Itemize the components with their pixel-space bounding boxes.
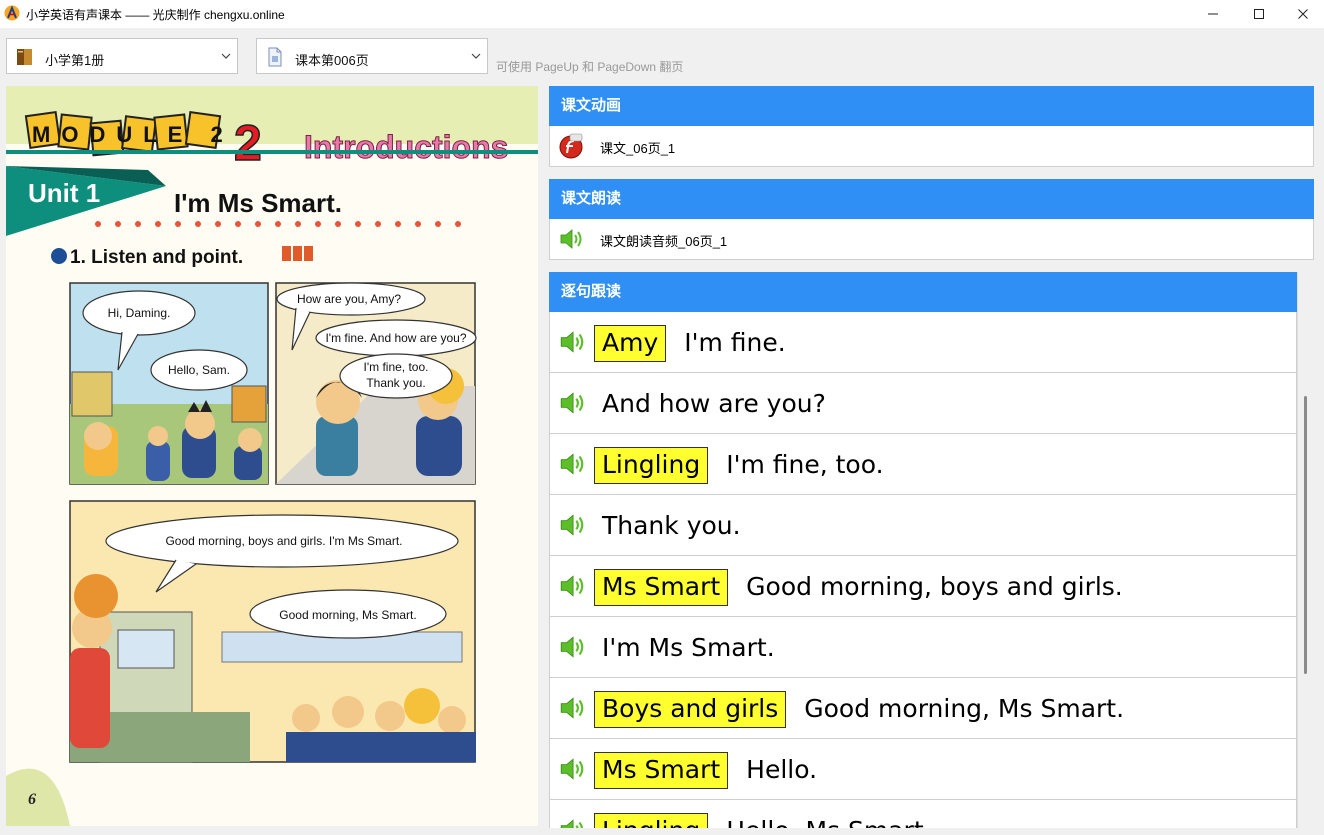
- sentence-row[interactable]: Lingling Hello, Ms Smart.: [549, 800, 1297, 828]
- sentence-text: Thank you.: [602, 511, 741, 540]
- window-title: 小学英语有声课本 —— 光庆制作 chengxu.online: [26, 8, 285, 22]
- flash-swf-icon: [559, 133, 583, 159]
- sentence-row[interactable]: Ms Smart Good morning, boys and girls.: [549, 556, 1297, 617]
- sentence-text: Good morning, boys and girls.: [746, 572, 1123, 601]
- speaker-label: Lingling: [594, 446, 709, 484]
- close-button[interactable]: [1280, 0, 1324, 28]
- speaker-label: Ms Smart: [594, 751, 729, 789]
- textbook-page-illustration: MODULE 2 2 Introductions Unit 1 I'm Ms S…: [6, 86, 538, 826]
- sentence-text: I'm fine, too.: [726, 450, 884, 479]
- module-title-text: MODULE 2: [32, 122, 234, 147]
- animation-section-header: 课文动画: [549, 86, 1314, 126]
- sentence-row[interactable]: And how are you?: [549, 373, 1297, 434]
- sentence-row[interactable]: Lingling I'm fine, too.: [549, 434, 1297, 495]
- sentence-text: Hello, Ms Smart.: [718, 815, 931, 828]
- speaker-label: Amy: [594, 324, 667, 362]
- speaker-icon: [560, 229, 582, 249]
- page-number: 6: [28, 791, 36, 808]
- bubble-text: Thank you.: [366, 376, 425, 390]
- bubble-text: Hello, Sam.: [168, 363, 230, 377]
- speaker-icon: [560, 453, 584, 475]
- speaker-icon: [560, 636, 584, 658]
- title-bar: 小学英语有声课本 —— 光庆制作 chengxu.online: [0, 0, 1324, 28]
- speaker-icon: [560, 758, 584, 780]
- bubble-text: Good morning, boys and girls. I'm Ms Sma…: [165, 534, 402, 548]
- bubble-text: I'm fine, too.: [364, 360, 429, 374]
- bubble-text: Good morning, Ms Smart.: [279, 608, 416, 622]
- speaker-label: Boys and girls: [594, 690, 787, 728]
- book-select-value: 小学第1册: [45, 53, 105, 68]
- scrollbar-thumb[interactable]: [1304, 396, 1307, 674]
- maximize-icon: [1254, 9, 1264, 19]
- paging-hint: 可使用 PageUp 和 PageDown 翻页: [496, 60, 684, 74]
- sentence-row[interactable]: I'm Ms Smart.: [549, 617, 1297, 678]
- sentence-text: I'm fine.: [684, 328, 786, 357]
- reading-section-header: 课文朗读: [549, 179, 1314, 219]
- reading-item[interactable]: 课文朗读音频_06页_1: [549, 219, 1314, 260]
- minimize-button[interactable]: [1190, 0, 1236, 28]
- sentence-list: Amy I'm fine. And how are you? Lingling I'…: [549, 312, 1297, 828]
- comic-panel-1: Hi, Daming. Hello, Sam.: [69, 282, 269, 485]
- speaker-label: Ms Smart: [594, 568, 729, 606]
- resource-panel: 课文动画 课文_06页_1 课文朗读 课文朗读音频_06页_1 逐句跟读 Amy…: [549, 86, 1315, 828]
- comic-panel-3: Good morning, boys and girls. I'm Ms Sma…: [69, 500, 476, 763]
- sentence-text: Good morning, Ms Smart.: [804, 694, 1125, 723]
- speaker-icon: [560, 331, 584, 353]
- speaker-icon: [560, 392, 584, 414]
- maximize-button[interactable]: [1236, 0, 1282, 28]
- page-select[interactable]: 课本第006页: [256, 38, 488, 74]
- chevron-down-icon: [471, 53, 481, 59]
- speaker-icon: [560, 514, 584, 536]
- animation-item[interactable]: 课文_06页_1: [549, 126, 1314, 167]
- sentence-row[interactable]: Amy I'm fine.: [549, 312, 1297, 373]
- reading-item-label: 课文朗读音频_06页_1: [600, 234, 728, 249]
- sentence-row[interactable]: Boys and girls Good morning, Ms Smart.: [549, 678, 1297, 739]
- speaker-label: Lingling: [594, 812, 709, 828]
- app-logo-icon: [4, 5, 20, 21]
- module-number: 2: [234, 115, 262, 171]
- textbook-page: MODULE 2 2 Introductions Unit 1 I'm Ms S…: [6, 86, 538, 826]
- sentence-text: Hello.: [746, 755, 818, 784]
- unit-title: I'm Ms Smart.: [174, 188, 342, 218]
- sentence-row[interactable]: Ms Smart Hello.: [549, 739, 1297, 800]
- bubble-text: How are you, Amy?: [297, 292, 401, 306]
- activity-title: 1. Listen and point.: [70, 247, 243, 268]
- sentence-text: And how are you?: [602, 389, 826, 418]
- sentence-section-header: 逐句跟读: [549, 272, 1297, 312]
- page-select-value: 课本第006页: [295, 53, 369, 68]
- bubble-text: Hi, Daming.: [108, 306, 171, 320]
- unit-label: Unit 1: [28, 178, 100, 208]
- sentence-section: 逐句跟读 Amy I'm fine. And how are you? Lingl…: [549, 272, 1315, 828]
- book-select[interactable]: 小学第1册: [6, 38, 238, 74]
- sentence-row[interactable]: Thank you.: [549, 495, 1297, 556]
- animation-item-label: 课文_06页_1: [600, 141, 676, 156]
- close-icon: [1298, 9, 1308, 19]
- bubble-text: I'm fine. And how are you?: [325, 331, 466, 345]
- comic-panel-2: How are you, Amy? I'm fine. And how are …: [275, 282, 477, 485]
- speaker-icon: [560, 575, 584, 597]
- module-name: Introductions: [304, 129, 508, 165]
- sentence-text: I'm Ms Smart.: [602, 633, 775, 662]
- speaker-icon: [560, 697, 584, 719]
- speaker-icon: [560, 819, 584, 828]
- chevron-down-icon: [221, 53, 231, 59]
- minimize-icon: [1208, 13, 1218, 15]
- book-icon: [17, 49, 32, 65]
- page-icon: [268, 47, 282, 67]
